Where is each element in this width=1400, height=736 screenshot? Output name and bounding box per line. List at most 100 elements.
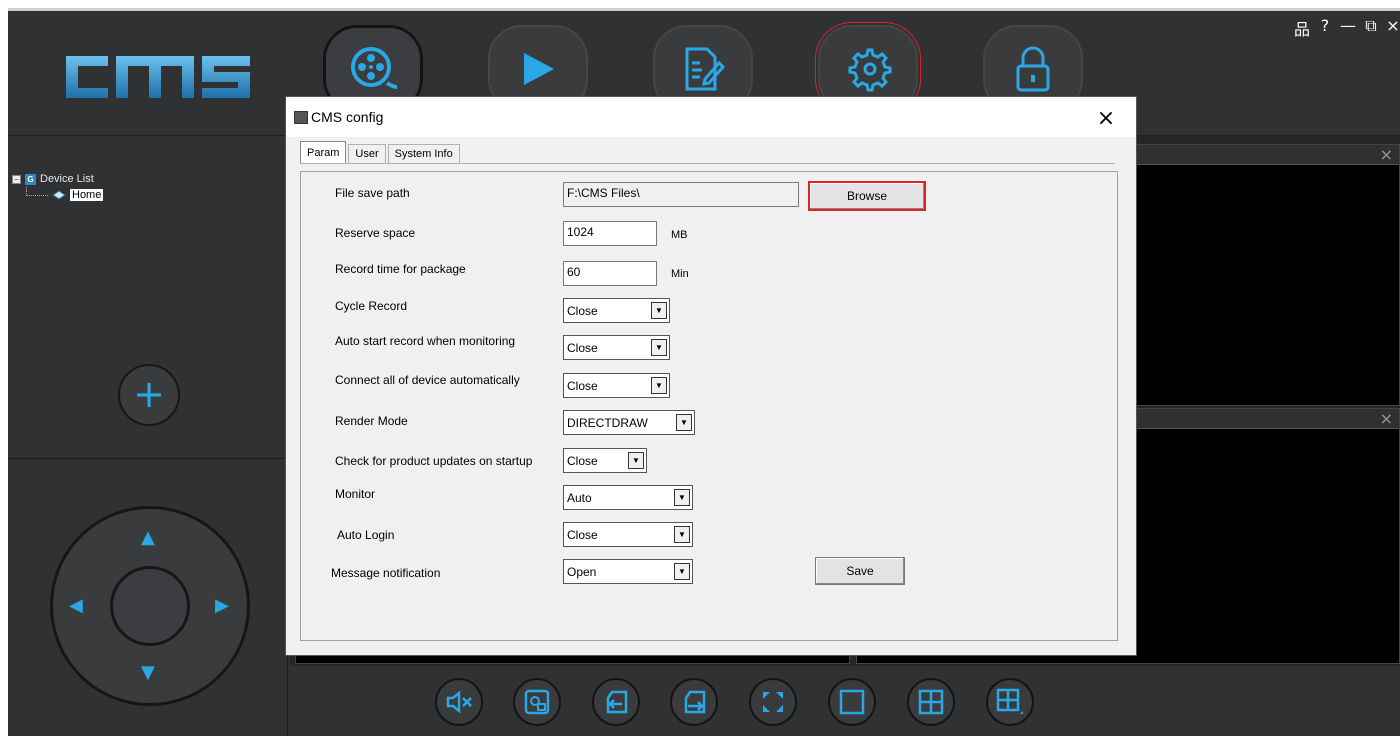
monitor-select[interactable]: Auto ▼ [563, 485, 693, 510]
cms-logo [66, 56, 250, 98]
close-icon[interactable]: × [1380, 145, 1393, 165]
ptz-control-pad: ▲ ▼ ◀ ▶ [50, 506, 250, 706]
collapse-icon[interactable]: − [12, 174, 21, 184]
multi-view-icon [996, 688, 1023, 714]
single-view-icon [839, 689, 865, 715]
export-button[interactable] [670, 678, 718, 726]
window-controls: 品 ? — ⧉ × [1294, 16, 1400, 40]
tab-param[interactable]: Param [300, 141, 347, 164]
dropdown-arrow-icon[interactable]: ▼ [674, 563, 690, 580]
reserve-space-input[interactable]: 1024 [563, 221, 657, 246]
record-time-unit: Min [671, 268, 689, 280]
add-device-button[interactable]: + [118, 364, 180, 426]
mute-icon [446, 690, 472, 714]
select-value: Close [567, 304, 598, 318]
gear-icon [848, 48, 892, 92]
top-strip [8, 8, 1400, 11]
cycle-record-label: Cycle Record [335, 299, 408, 313]
capture-button[interactable] [513, 678, 561, 726]
auto-start-label: Auto start record when monitoring [335, 334, 516, 348]
dropdown-arrow-icon[interactable]: ▼ [676, 414, 692, 431]
select-value: Close [567, 379, 598, 393]
auto-login-label: Auto Login [337, 528, 395, 542]
auto-login-select[interactable]: Close ▼ [563, 522, 693, 547]
device-tree: − G Device List Home [12, 171, 104, 203]
select-value: Auto [567, 491, 592, 505]
cycle-record-select[interactable]: Close ▼ [563, 298, 670, 323]
help-icon[interactable]: ? [1318, 16, 1332, 40]
dialog-title: CMS config [311, 109, 384, 125]
capture-icon [524, 689, 550, 715]
dropdown-arrow-icon[interactable]: ▼ [628, 452, 644, 469]
group-icon: G [25, 173, 36, 185]
dialog-title-bar[interactable]: CMS config × [286, 97, 1136, 137]
render-mode-select[interactable]: DIRECTDRAW ▼ [563, 410, 695, 435]
edit-document-icon [685, 47, 725, 91]
file-save-path-field[interactable]: F:\CMS Files\ [563, 182, 799, 207]
tab-user[interactable]: User [348, 144, 386, 164]
select-value: Close [567, 528, 598, 542]
tab-system-info[interactable]: System Info [387, 144, 460, 164]
multi-view-button[interactable] [986, 678, 1034, 726]
bottom-toolbar [290, 666, 1400, 736]
dropdown-arrow-icon[interactable]: ▼ [651, 302, 667, 319]
select-value: Close [567, 454, 598, 468]
fullscreen-icon [763, 692, 783, 712]
single-view-button[interactable] [828, 678, 876, 726]
close-icon[interactable]: × [1380, 409, 1393, 429]
dialog-tabs: Param User System Info [300, 140, 462, 164]
dropdown-arrow-icon[interactable]: ▼ [674, 489, 690, 506]
tree-item-home[interactable]: Home [12, 186, 104, 203]
export-icon [684, 690, 706, 714]
device-icon [52, 190, 66, 200]
cms-config-dialog: CMS config × Param User System Info File… [285, 96, 1137, 656]
network-icon[interactable]: 品 [1294, 16, 1310, 40]
select-value: Close [567, 341, 598, 355]
dropdown-arrow-icon[interactable]: ▼ [651, 377, 667, 394]
tree-connector [26, 186, 48, 196]
param-panel: File save path F:\CMS Files\ Browse Rese… [300, 171, 1118, 641]
quad-view-button[interactable] [907, 678, 955, 726]
cms-app-window: 品 ? — ⧉ × − G Device List Home + ▲ ▼ ◀ ▶… [8, 8, 1400, 736]
fullscreen-button[interactable] [749, 678, 797, 726]
tree-root-device-list[interactable]: − G Device List [12, 171, 103, 187]
dropdown-arrow-icon[interactable]: ▼ [674, 526, 690, 543]
check-updates-select[interactable]: Close ▼ [563, 448, 647, 473]
ptz-down-button[interactable]: ▼ [141, 664, 155, 682]
connect-all-select[interactable]: Close ▼ [563, 373, 670, 398]
reserve-space-unit: MB [671, 229, 688, 241]
file-save-path-label: File save path [335, 186, 410, 200]
tree-root-label: Device List [40, 173, 94, 185]
app-icon [294, 111, 308, 124]
message-notification-select[interactable]: Open ▼ [563, 559, 693, 584]
close-window-button[interactable]: × [1386, 16, 1400, 40]
check-updates-label: Check for product updates on startup [335, 454, 533, 468]
tree-item-label: Home [70, 189, 104, 201]
dialog-close-button[interactable]: × [1092, 105, 1120, 133]
save-button[interactable]: Save [815, 557, 905, 585]
ptz-up-button[interactable]: ▲ [141, 529, 155, 547]
import-button[interactable] [592, 678, 640, 726]
import-icon [606, 690, 628, 714]
mute-button[interactable] [435, 678, 483, 726]
select-value: DIRECTDRAW [567, 416, 648, 430]
ptz-right-button[interactable]: ▶ [215, 597, 229, 615]
lock-icon [1016, 46, 1050, 92]
dropdown-arrow-icon[interactable]: ▼ [651, 339, 667, 356]
auto-start-select[interactable]: Close ▼ [563, 335, 670, 360]
message-notification-label: Message notification [331, 566, 441, 580]
record-time-input[interactable]: 60 [563, 261, 657, 286]
left-panel: − G Device List Home + ▲ ▼ ◀ ▶ [8, 136, 288, 736]
monitor-label: Monitor [335, 487, 376, 501]
tab-divider [300, 163, 1115, 164]
ptz-left-button[interactable]: ◀ [69, 597, 83, 615]
film-reel-icon [351, 47, 398, 89]
reserve-space-label: Reserve space [335, 226, 416, 240]
quad-view-icon [918, 689, 944, 715]
panel-divider [8, 458, 288, 459]
minimize-button[interactable]: — [1340, 16, 1356, 40]
restore-button[interactable]: ⧉ [1364, 16, 1378, 40]
browse-button[interactable]: Browse [808, 181, 926, 211]
render-mode-label: Render Mode [335, 414, 408, 428]
ptz-center-button[interactable] [110, 566, 190, 646]
